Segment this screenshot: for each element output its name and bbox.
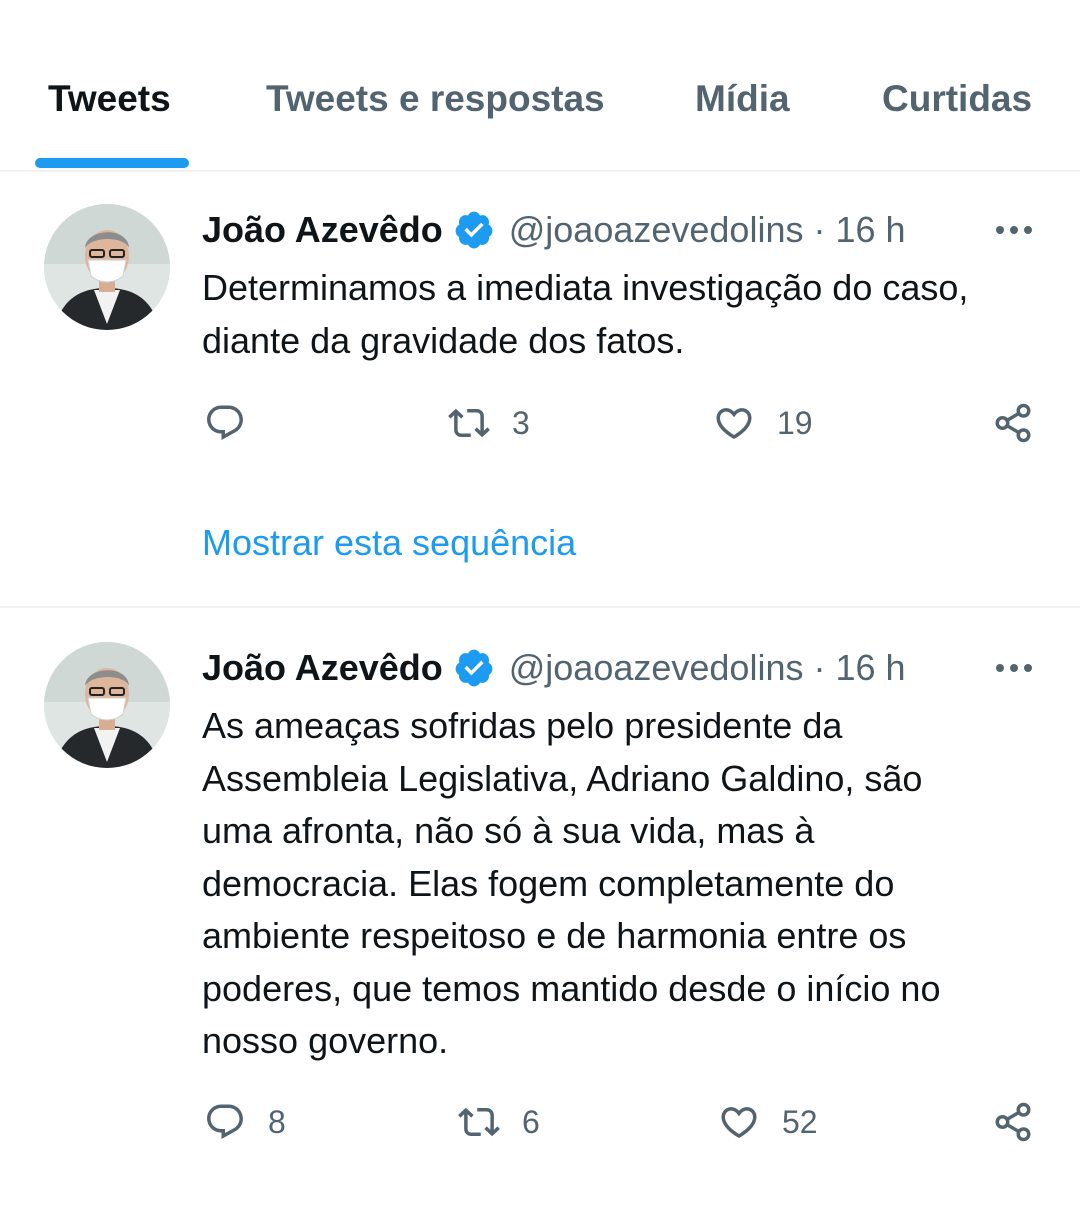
reply-button[interactable]: 8 (204, 1101, 286, 1143)
tweet-divider (0, 606, 1080, 608)
avatar-photo-icon (44, 642, 170, 768)
like-icon (721, 1107, 757, 1139)
profile-tabs: Tweets Tweets e respostas Mídia Curtidas (0, 0, 1080, 172)
retweet-icon (458, 1107, 500, 1137)
retweet-button[interactable]: 6 (458, 1101, 540, 1143)
author-handle[interactable]: @joaoazevedolins (509, 209, 804, 251)
share-icon (995, 1102, 1031, 1142)
avatar[interactable] (44, 642, 170, 768)
retweet-count: 6 (522, 1103, 540, 1140)
share-button[interactable] (992, 1101, 1034, 1143)
like-count: 52 (782, 1103, 818, 1140)
avatar[interactable] (44, 204, 170, 330)
retweet-button[interactable]: 3 (448, 402, 530, 444)
separator-dot: · (813, 647, 826, 688)
reply-count: 8 (268, 1103, 286, 1140)
retweet-icon (448, 408, 490, 438)
tweet-text: Determinamos a imediata investigação do … (202, 267, 969, 361)
more-options-icon[interactable] (994, 220, 1034, 240)
like-button[interactable]: 19 (713, 402, 813, 444)
author-name[interactable]: João Azevêdo (202, 209, 443, 251)
separator-dot: · (813, 209, 826, 250)
tweet-header: João Azevêdo @joaoazevedolins · 16 h (202, 208, 906, 252)
verified-badge-icon (455, 649, 493, 687)
like-count: 19 (777, 404, 813, 441)
show-thread-link[interactable]: Mostrar esta sequência (202, 522, 576, 564)
share-icon (995, 403, 1031, 443)
avatar-photo-icon (44, 204, 170, 330)
tab-likes[interactable]: Curtidas (882, 78, 1032, 120)
like-button[interactable]: 52 (718, 1101, 818, 1143)
tweet-timestamp[interactable]: 16 h (835, 209, 905, 251)
tab-tweets-and-replies[interactable]: Tweets e respostas (266, 78, 605, 120)
reply-icon (207, 405, 243, 440)
tweet-timestamp[interactable]: 16 h (835, 647, 905, 689)
verified-badge-icon (455, 211, 493, 249)
tab-tweets[interactable]: Tweets (48, 78, 171, 120)
share-button[interactable] (992, 402, 1034, 444)
author-name[interactable]: João Azevêdo (202, 647, 443, 689)
active-tab-indicator (35, 158, 189, 168)
retweet-count: 3 (512, 404, 530, 441)
tweet-text: As ameaças sofridas pelo presidente da A… (202, 705, 941, 1061)
tweet-header: João Azevêdo @joaoazevedolins · 16 h (202, 646, 906, 690)
author-handle[interactable]: @joaoazevedolins (509, 647, 804, 689)
more-options-icon[interactable] (994, 658, 1034, 678)
like-icon (716, 408, 752, 440)
reply-button[interactable] (204, 402, 268, 444)
reply-icon (207, 1104, 243, 1139)
tab-media[interactable]: Mídia (695, 78, 790, 120)
